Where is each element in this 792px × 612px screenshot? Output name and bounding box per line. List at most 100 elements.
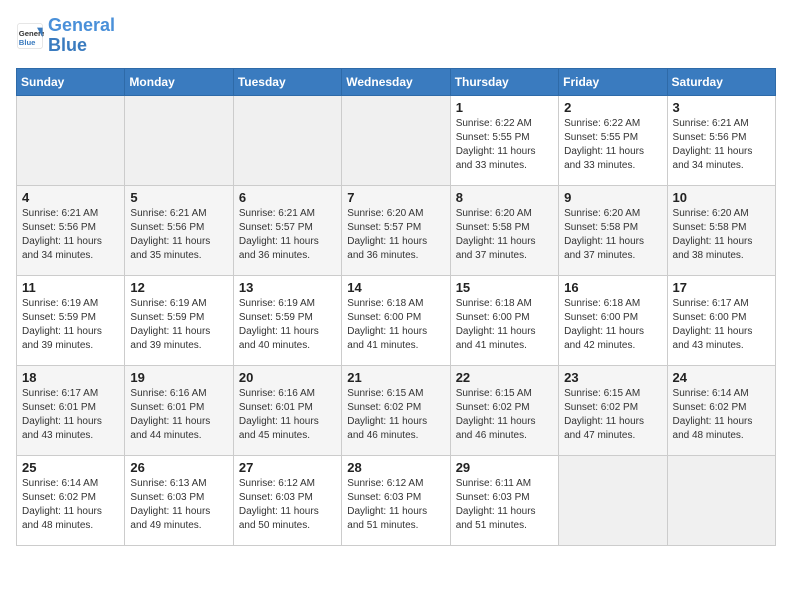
day-number: 4: [22, 190, 119, 205]
day-info: Sunrise: 6:18 AM Sunset: 6:00 PM Dayligh…: [564, 297, 661, 353]
day-info: Sunrise: 6:21 AM Sunset: 5:56 PM Dayligh…: [130, 207, 227, 263]
weekday-header: Wednesday: [342, 68, 450, 95]
logo: General Blue GeneralBlue: [16, 16, 115, 56]
day-info: Sunrise: 6:19 AM Sunset: 5:59 PM Dayligh…: [239, 297, 336, 353]
day-number: 14: [347, 280, 444, 295]
calendar-cell: [17, 95, 125, 185]
calendar-cell: 18Sunrise: 6:17 AM Sunset: 6:01 PM Dayli…: [17, 365, 125, 455]
day-info: Sunrise: 6:21 AM Sunset: 5:56 PM Dayligh…: [22, 207, 119, 263]
day-info: Sunrise: 6:20 AM Sunset: 5:58 PM Dayligh…: [564, 207, 661, 263]
day-info: Sunrise: 6:19 AM Sunset: 5:59 PM Dayligh…: [130, 297, 227, 353]
logo-icon: General Blue: [16, 22, 44, 50]
calendar-cell: 2 Sunrise: 6:22 AM Sunset: 5:55 PM Daylig…: [559, 95, 667, 185]
day-number: 11: [22, 280, 119, 295]
day-info: Sunrise: 6:14 AM Sunset: 6:02 PM Dayligh…: [22, 477, 119, 533]
calendar-cell: 6 Sunrise: 6:21 AM Sunset: 5:57 PM Daylig…: [233, 185, 341, 275]
page-header: General Blue GeneralBlue: [16, 16, 776, 56]
calendar-cell: 3 Sunrise: 6:21 AM Sunset: 5:56 PM Daylig…: [667, 95, 775, 185]
calendar-cell: 16 Sunrise: 6:18 AM Sunset: 6:00 PM Dayli…: [559, 275, 667, 365]
day-number: 26: [130, 460, 227, 475]
day-number: 27: [239, 460, 336, 475]
calendar-cell: 9 Sunrise: 6:20 AM Sunset: 5:58 PM Daylig…: [559, 185, 667, 275]
day-info: Sunrise: 6:15 AM Sunset: 6:02 PM Dayligh…: [456, 387, 553, 443]
calendar-cell: 5 Sunrise: 6:21 AM Sunset: 5:56 PM Daylig…: [125, 185, 233, 275]
day-info: Sunrise: 6:20 AM Sunset: 5:57 PM Dayligh…: [347, 207, 444, 263]
day-number: 29: [456, 460, 553, 475]
day-number: 22: [456, 370, 553, 385]
weekday-header: Saturday: [667, 68, 775, 95]
day-info: Sunrise: 6:19 AM Sunset: 5:59 PM Dayligh…: [22, 297, 119, 353]
day-info: Sunrise: 6:22 AM Sunset: 5:55 PM Dayligh…: [456, 117, 553, 173]
calendar-cell: 25 Sunrise: 6:14 AM Sunset: 6:02 PM Dayli…: [17, 455, 125, 545]
day-number: 24: [673, 370, 770, 385]
calendar-cell: 10 Sunrise: 6:20 AM Sunset: 5:58 PM Dayli…: [667, 185, 775, 275]
svg-text:Blue: Blue: [19, 38, 36, 47]
calendar-cell: 28 Sunrise: 6:12 AM Sunset: 6:03 PM Dayli…: [342, 455, 450, 545]
day-info: Sunrise: 6:18 AM Sunset: 6:00 PM Dayligh…: [347, 297, 444, 353]
day-info: Sunrise: 6:14 AM Sunset: 6:02 PM Dayligh…: [673, 387, 770, 443]
day-info: Sunrise: 6:17 AM Sunset: 6:00 PM Dayligh…: [673, 297, 770, 353]
day-number: 15: [456, 280, 553, 295]
day-info: Sunrise: 6:16 AM Sunset: 6:01 PM Dayligh…: [239, 387, 336, 443]
calendar-cell: 15 Sunrise: 6:18 AM Sunset: 6:00 PM Dayli…: [450, 275, 558, 365]
calendar-cell: 19 Sunrise: 6:16 AM Sunset: 6:01 PM Dayli…: [125, 365, 233, 455]
calendar-cell: [667, 455, 775, 545]
day-number: 17: [673, 280, 770, 295]
day-number: 28: [347, 460, 444, 475]
weekday-header: Monday: [125, 68, 233, 95]
day-info: Sunrise: 6:20 AM Sunset: 5:58 PM Dayligh…: [456, 207, 553, 263]
calendar-cell: 29 Sunrise: 6:11 AM Sunset: 6:03 PM Dayli…: [450, 455, 558, 545]
day-info: Sunrise: 6:21 AM Sunset: 5:56 PM Dayligh…: [673, 117, 770, 173]
day-number: 1: [456, 100, 553, 115]
day-number: 23: [564, 370, 661, 385]
calendar-cell: 14 Sunrise: 6:18 AM Sunset: 6:00 PM Dayli…: [342, 275, 450, 365]
day-number: 7: [347, 190, 444, 205]
day-number: 2: [564, 100, 661, 115]
day-info: Sunrise: 6:22 AM Sunset: 5:55 PM Dayligh…: [564, 117, 661, 173]
day-number: 9: [564, 190, 661, 205]
calendar-cell: 24 Sunrise: 6:14 AM Sunset: 6:02 PM Dayli…: [667, 365, 775, 455]
calendar-cell: 17 Sunrise: 6:17 AM Sunset: 6:00 PM Dayli…: [667, 275, 775, 365]
day-info: Sunrise: 6:21 AM Sunset: 5:57 PM Dayligh…: [239, 207, 336, 263]
calendar-week-row: 1 Sunrise: 6:22 AM Sunset: 5:55 PM Daylig…: [17, 95, 776, 185]
calendar-cell: [233, 95, 341, 185]
day-number: 8: [456, 190, 553, 205]
day-number: 10: [673, 190, 770, 205]
calendar-cell: 26 Sunrise: 6:13 AM Sunset: 6:03 PM Dayli…: [125, 455, 233, 545]
day-number: 20: [239, 370, 336, 385]
weekday-header: Thursday: [450, 68, 558, 95]
calendar-table: SundayMondayTuesdayWednesdayThursdayFrid…: [16, 68, 776, 546]
calendar-cell: [125, 95, 233, 185]
calendar-cell: 23 Sunrise: 6:15 AM Sunset: 6:02 PM Dayli…: [559, 365, 667, 455]
calendar-week-row: 11 Sunrise: 6:19 AM Sunset: 5:59 PM Dayli…: [17, 275, 776, 365]
day-info: Sunrise: 6:12 AM Sunset: 6:03 PM Dayligh…: [239, 477, 336, 533]
day-number: 6: [239, 190, 336, 205]
day-info: Sunrise: 6:20 AM Sunset: 5:58 PM Dayligh…: [673, 207, 770, 263]
calendar-cell: [342, 95, 450, 185]
day-info: Sunrise: 6:15 AM Sunset: 6:02 PM Dayligh…: [564, 387, 661, 443]
day-info: Sunrise: 6:15 AM Sunset: 6:02 PM Dayligh…: [347, 387, 444, 443]
calendar-cell: 8 Sunrise: 6:20 AM Sunset: 5:58 PM Daylig…: [450, 185, 558, 275]
day-number: 18: [22, 370, 119, 385]
calendar-cell: 27 Sunrise: 6:12 AM Sunset: 6:03 PM Dayli…: [233, 455, 341, 545]
weekday-header: Friday: [559, 68, 667, 95]
day-number: 19: [130, 370, 227, 385]
weekday-header: Sunday: [17, 68, 125, 95]
day-info: Sunrise: 6:16 AM Sunset: 6:01 PM Dayligh…: [130, 387, 227, 443]
day-number: 16: [564, 280, 661, 295]
day-info: Sunrise: 6:18 AM Sunset: 6:00 PM Dayligh…: [456, 297, 553, 353]
day-number: 3: [673, 100, 770, 115]
calendar-week-row: 18Sunrise: 6:17 AM Sunset: 6:01 PM Dayli…: [17, 365, 776, 455]
calendar-cell: [559, 455, 667, 545]
weekday-header: Tuesday: [233, 68, 341, 95]
day-info: Sunrise: 6:12 AM Sunset: 6:03 PM Dayligh…: [347, 477, 444, 533]
calendar-cell: 20 Sunrise: 6:16 AM Sunset: 6:01 PM Dayli…: [233, 365, 341, 455]
calendar-cell: 11 Sunrise: 6:19 AM Sunset: 5:59 PM Dayli…: [17, 275, 125, 365]
day-number: 25: [22, 460, 119, 475]
calendar-cell: 4 Sunrise: 6:21 AM Sunset: 5:56 PM Daylig…: [17, 185, 125, 275]
weekday-header-row: SundayMondayTuesdayWednesdayThursdayFrid…: [17, 68, 776, 95]
calendar-cell: 22 Sunrise: 6:15 AM Sunset: 6:02 PM Dayli…: [450, 365, 558, 455]
day-info: Sunrise: 6:13 AM Sunset: 6:03 PM Dayligh…: [130, 477, 227, 533]
day-number: 5: [130, 190, 227, 205]
day-info: Sunrise: 6:11 AM Sunset: 6:03 PM Dayligh…: [456, 477, 553, 533]
